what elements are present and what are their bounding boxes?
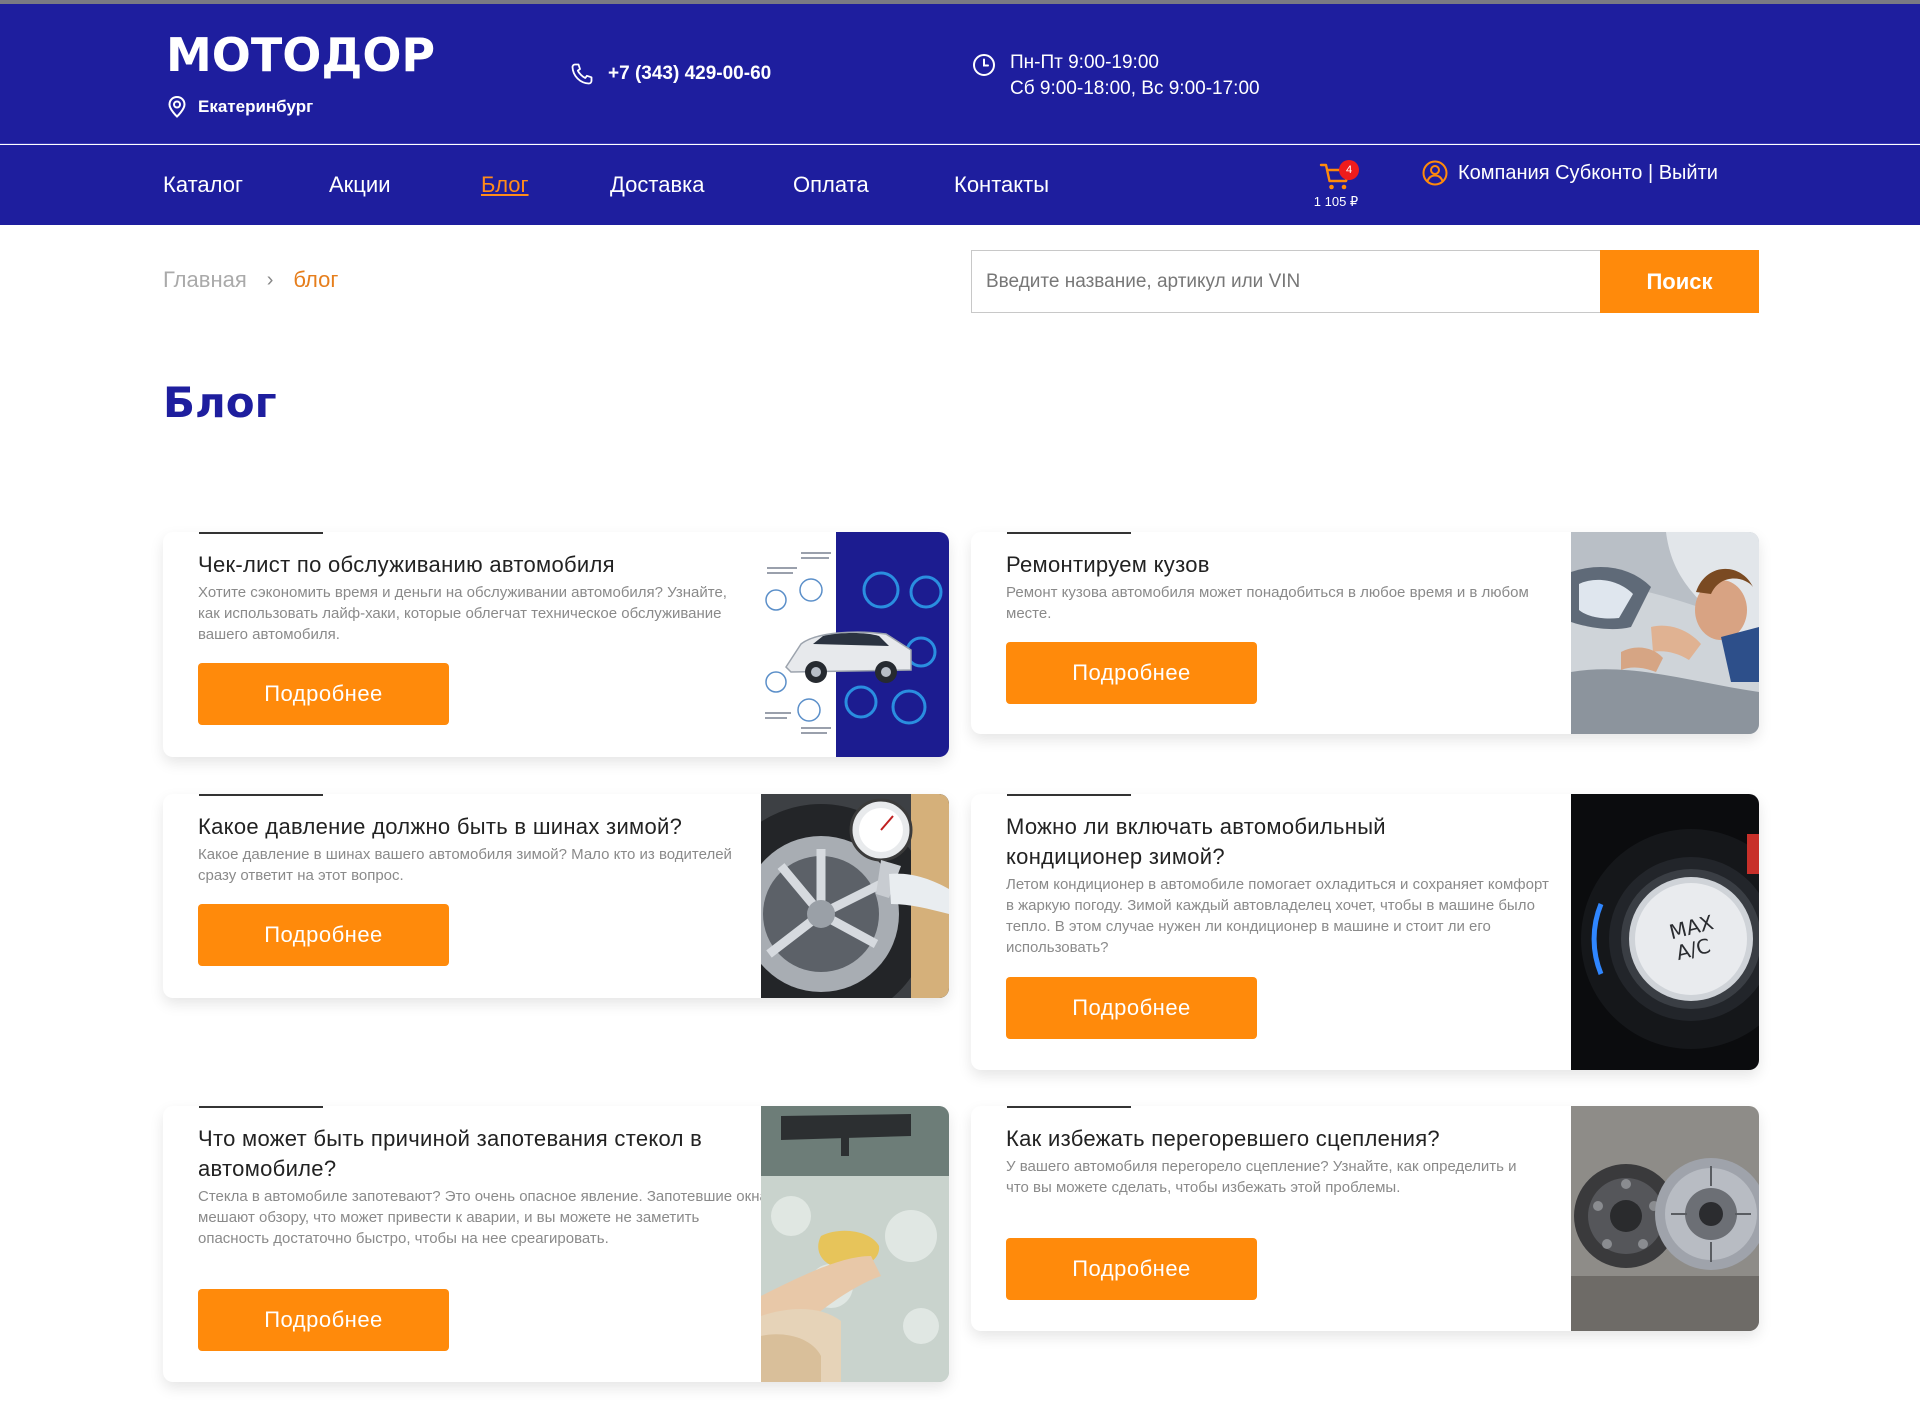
breadcrumb: Главная › блог: [163, 267, 338, 293]
card-description: Летом кондиционер в автомобиле помогает …: [1006, 876, 1549, 956]
nav-item-catalog[interactable]: Каталог: [163, 171, 243, 199]
account-separator: |: [1642, 161, 1659, 184]
card-image[interactable]: [761, 794, 949, 998]
blog-card: Что может быть причиной запотевания стек…: [163, 1106, 949, 1382]
nav-item-delivery[interactable]: Доставка: [610, 171, 704, 199]
blog-card: Ремонтируем кузов Ремонт кузова автомоби…: [971, 532, 1759, 734]
card-title[interactable]: Можно ли включать автомобильный кондицио…: [1006, 812, 1526, 872]
read-more-button[interactable]: Подробнее: [1006, 1238, 1257, 1300]
card-divider: [1007, 532, 1131, 534]
read-more-button[interactable]: Подробнее: [198, 904, 449, 966]
logout-link[interactable]: Выйти: [1659, 162, 1718, 185]
card-description: Стекла в автомобиле запотевают? Это очен…: [198, 1188, 768, 1247]
tire-pressure-gauge-image: [761, 794, 949, 998]
blog-card: Как избежать перегоревшего сцепления? У …: [971, 1106, 1759, 1331]
card-description: У вашего автомобиля перегорело сцепление…: [1006, 1158, 1517, 1196]
search-bar: Поиск: [971, 250, 1759, 313]
search-button[interactable]: Поиск: [1600, 250, 1759, 313]
card-divider: [199, 532, 323, 534]
foggy-windshield-image: [761, 1106, 949, 1382]
phone-icon: [571, 63, 593, 85]
card-description: Ремонт кузова автомобиля может понадобит…: [1006, 584, 1529, 622]
card-title[interactable]: Ремонтируем кузов: [1006, 550, 1566, 580]
page-title: Блог: [163, 378, 277, 427]
card-divider: [199, 794, 323, 796]
hours-weekend: Сб 9:00-18:00, Вс 9:00-17:00: [1010, 78, 1260, 99]
card-image[interactable]: MAX A/C: [1571, 794, 1759, 1070]
nav-item-payment[interactable]: Оплата: [793, 171, 869, 199]
nav-item-promotions[interactable]: Акции: [329, 171, 390, 199]
account-company-link[interactable]: Компания Субконто: [1458, 162, 1642, 185]
nav-item-blog[interactable]: Блог: [481, 171, 529, 199]
read-more-button[interactable]: Подробнее: [198, 663, 449, 725]
card-divider: [199, 1106, 323, 1108]
location-pin-icon: [168, 96, 186, 118]
card-description: Хотите сэкономить время и деньги на обсл…: [198, 584, 727, 643]
card-description: Какое давление в шинах вашего автомобиля…: [198, 846, 732, 884]
user-icon: [1422, 160, 1448, 186]
breadcrumb-separator: ›: [266, 268, 274, 291]
read-more-button[interactable]: Подробнее: [198, 1289, 449, 1351]
cart-count-badge: 4: [1339, 160, 1359, 180]
card-title[interactable]: Что может быть причиной запотевания стек…: [198, 1124, 768, 1184]
card-title[interactable]: Какое давление должно быть в шинах зимой…: [198, 812, 768, 842]
card-image[interactable]: [1571, 532, 1759, 734]
city-selector[interactable]: Екатеринбург: [168, 96, 313, 118]
site-logo[interactable]: МОТОДОР: [166, 29, 435, 81]
account-area: Компания Субконто | Выйти: [1422, 160, 1718, 186]
card-image[interactable]: [761, 532, 949, 757]
site-header: МОТОДОР Екатеринбург +7 (343) 429-00-60 …: [0, 4, 1920, 144]
card-image[interactable]: [761, 1106, 949, 1382]
car-maintenance-checklist-image: [761, 532, 949, 757]
card-divider: [1007, 794, 1131, 796]
hours-weekdays: Пн-Пт 9:00-19:00: [1010, 52, 1159, 73]
phone-number: +7 (343) 429-00-60: [608, 63, 772, 84]
breadcrumb-home[interactable]: Главная: [163, 267, 247, 293]
body-repair-image: [1571, 532, 1759, 734]
read-more-button[interactable]: Подробнее: [1006, 977, 1257, 1039]
cart-total: 1 105 ₽: [1313, 194, 1359, 209]
working-hours: Пн-Пт 9:00-19:00 Сб 9:00-18:00, Вс 9:00-…: [972, 50, 1260, 102]
cart-button[interactable]: 4 1 105 ₽: [1306, 160, 1366, 210]
blog-card: Чек-лист по обслуживанию автомобиля Хоти…: [163, 532, 949, 757]
card-image[interactable]: [1571, 1106, 1759, 1331]
read-more-button[interactable]: Подробнее: [1006, 642, 1257, 704]
max-ac-knob-image: MAX A/C: [1571, 794, 1759, 1070]
clock-icon: [973, 54, 995, 76]
search-input[interactable]: [971, 250, 1600, 313]
main-navigation: Каталог Акции Блог Доставка Оплата Конта…: [0, 145, 1920, 225]
card-title[interactable]: Как избежать перегоревшего сцепления?: [1006, 1124, 1566, 1154]
city-name: Екатеринбург: [198, 97, 314, 116]
clutch-disc-image: [1571, 1106, 1759, 1331]
card-divider: [1007, 1106, 1131, 1108]
blog-card: Можно ли включать автомобильный кондицио…: [971, 794, 1759, 1070]
nav-item-contacts[interactable]: Контакты: [954, 171, 1049, 199]
card-title[interactable]: Чек-лист по обслуживанию автомобиля: [198, 550, 758, 580]
blog-card: Какое давление должно быть в шинах зимой…: [163, 794, 949, 998]
phone-link[interactable]: +7 (343) 429-00-60: [570, 62, 771, 86]
breadcrumb-current: блог: [293, 267, 339, 292]
